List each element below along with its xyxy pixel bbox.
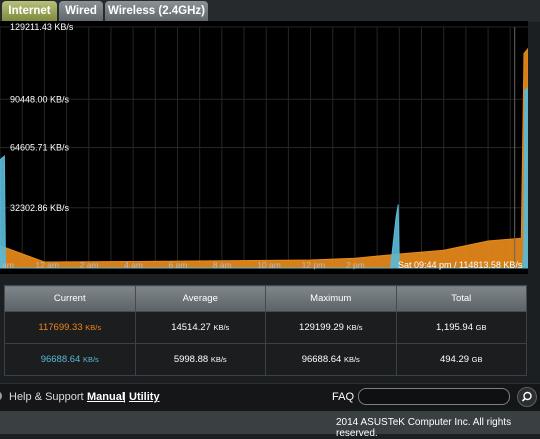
current-value: 117699.33 (38, 322, 83, 333)
question-circle-icon (0, 390, 4, 402)
maximum-value: 96688.64 (301, 354, 342, 365)
header-total: Total (395, 285, 527, 312)
copyright-bar: 2014 ASUSTeK Computer Inc. All rights re… (0, 411, 540, 439)
total-value: 494.29 (439, 354, 470, 365)
cell-average: 5998.88 KB/s (134, 343, 266, 376)
search-input[interactable] (358, 388, 510, 405)
traffic-chart[interactable]: 129211.43 KB/s 90448.00 KB/s 64605.71 KB/s… (0, 21, 528, 274)
cell-maximum: 129199.29 KB/s (265, 311, 397, 344)
x-tick-label: 8 am (213, 260, 232, 270)
x-tick-label: 12 pm (302, 260, 326, 270)
x-tick-label: 6 am (168, 260, 187, 270)
total-unit: GB (475, 323, 487, 332)
total-unit: GB (471, 355, 483, 364)
current-unit: KB/s (85, 323, 102, 332)
x-tick-label: 12 am (35, 260, 59, 270)
faq-link[interactable]: FAQ (332, 391, 354, 403)
x-tick-label: 2 am (80, 260, 99, 270)
y-tick-label: 90448.00 KB/s (10, 94, 70, 104)
maximum-unit: KB/s (346, 323, 363, 332)
x-tick-label: am (2, 260, 14, 270)
copyright-text: 2014 ASUSTeK Computer Inc. All rights re… (336, 417, 512, 439)
search-icon (521, 391, 532, 402)
x-tick-label: 10 am (257, 260, 281, 270)
x-tick-label: 4 am (124, 260, 143, 270)
x-tick-label: 2 pm (346, 260, 365, 270)
maximum-unit: KB/s (343, 355, 360, 364)
traffic-stats-table: Current Average Maximum Total 117699.33 … (4, 285, 527, 376)
header-maximum: Maximum (265, 285, 397, 312)
maximum-value: 129199.29 (299, 322, 344, 333)
y-tick-label: 64605.71 KB/s (10, 143, 70, 153)
tab-wired[interactable]: Wired (59, 1, 103, 21)
cell-total: 494.29 GB (395, 343, 527, 376)
current-value: 96688.64 (40, 354, 81, 365)
manual-link[interactable]: Manual (87, 391, 125, 403)
utility-link[interactable]: Utility (129, 391, 160, 403)
cell-average: 14514.27 KB/s (134, 311, 266, 344)
stats-header-row: Current Average Maximum Total (4, 285, 527, 312)
tab-bar: Internet Wired Wireless (2.4GHz) (0, 0, 540, 22)
y-tick-label: 129211.43 KB/s (10, 22, 74, 32)
average-unit: KB/s (210, 355, 227, 364)
x-axis-labels: am 12 am 2 am 4 am 6 am 8 am 10 am 12 pm 2 pm (2, 260, 365, 270)
average-unit: KB/s (213, 323, 230, 332)
hover-readout: Sat 09:44 pm / 114813.58 KB/s (398, 260, 523, 270)
cell-maximum: 96688.64 KB/s (265, 343, 397, 376)
average-value: 14514.27 (171, 322, 211, 333)
cell-current: 117699.33 KB/s (4, 311, 136, 344)
tab-wireless-2-4ghz[interactable]: Wireless (2.4GHz) (105, 1, 208, 21)
help-support-link[interactable]: Help & Support (9, 391, 84, 403)
cell-total: 1,195.94 GB (395, 311, 527, 344)
header-current: Current (4, 285, 136, 312)
link-separator: | (123, 391, 126, 403)
stats-row-received: 117699.33 KB/s 14514.27 KB/s 129199.29 K… (4, 311, 527, 344)
y-tick-label: 32302.86 KB/s (10, 203, 70, 213)
header-average: Average (134, 285, 266, 312)
cell-current: 96688.64 KB/s (4, 343, 136, 376)
stats-row-sent: 96688.64 KB/s 5998.88 KB/s 96688.64 KB/s… (4, 343, 527, 376)
current-unit: KB/s (82, 355, 99, 364)
search-button[interactable] (517, 387, 537, 407)
tab-internet[interactable]: Internet (2, 1, 57, 21)
average-value: 5998.88 (173, 354, 209, 365)
total-value: 1,195.94 (436, 322, 473, 333)
